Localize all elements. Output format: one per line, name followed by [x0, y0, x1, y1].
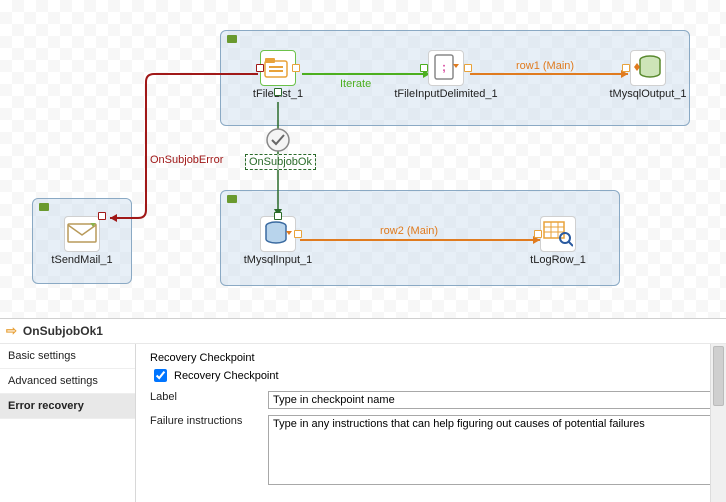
collapse-icon[interactable]	[227, 35, 237, 43]
scrollbar[interactable]	[710, 344, 726, 502]
node-tfilelist[interactable]: tFileList_1	[218, 50, 338, 100]
collapse-icon[interactable]	[39, 203, 49, 211]
tab-advanced-settings[interactable]: Advanced settings	[0, 369, 135, 394]
arrow-icon: ⇨	[6, 323, 17, 339]
conn-label-onsubjobok[interactable]: OnSubjobOk	[245, 154, 316, 170]
conn-label-row1[interactable]: row1 (Main)	[516, 60, 574, 72]
database-in-icon	[260, 216, 296, 252]
recovery-checkpoint-label: Recovery Checkpoint	[174, 370, 279, 382]
failure-instructions-input[interactable]	[268, 415, 716, 485]
table-magnify-icon	[540, 216, 576, 252]
tab-error-recovery[interactable]: Error recovery	[0, 394, 135, 419]
node-tmysqlinput[interactable]: tMysqlInput_1	[218, 216, 338, 266]
properties-title-bar: ⇨ OnSubjobOk1	[0, 319, 726, 344]
node-tlogrow[interactable]: tLogRow_1	[498, 216, 618, 266]
conn-label-onsubjoberror[interactable]: OnSubjobError	[150, 154, 223, 166]
job-canvas[interactable]: Iterate row1 (Main) row2 (Main) OnSubjob…	[0, 0, 726, 318]
failure-instructions-label: Failure instructions	[150, 415, 258, 427]
folder-list-icon	[260, 50, 296, 86]
file-delimited-icon: ;	[428, 50, 464, 86]
node-label: tFileInputDelimited_1	[386, 88, 506, 100]
properties-form: Recovery Checkpoint Recovery Checkpoint …	[136, 344, 726, 502]
conn-label-iterate[interactable]: Iterate	[340, 78, 371, 90]
node-tmysqloutput[interactable]: tMysqlOutput_1	[588, 50, 708, 100]
mail-icon	[64, 216, 100, 252]
database-out-icon	[630, 50, 666, 86]
properties-tabs: Basic settings Advanced settings Error r…	[0, 344, 136, 502]
node-tsendmail[interactable]: tSendMail_1	[22, 216, 142, 266]
node-tfileinputdelimited[interactable]: ; tFileInputDelimited_1	[386, 50, 506, 100]
node-label: tSendMail_1	[22, 254, 142, 266]
recovery-checkpoint-checkbox[interactable]	[154, 369, 167, 382]
label-field-label: Label	[150, 391, 258, 403]
node-label: tLogRow_1	[498, 254, 618, 266]
node-label: tMysqlOutput_1	[588, 88, 708, 100]
section-heading: Recovery Checkpoint	[150, 352, 716, 364]
tab-basic-settings[interactable]: Basic settings	[0, 344, 135, 369]
collapse-icon[interactable]	[227, 195, 237, 203]
properties-panel: ⇨ OnSubjobOk1 Basic settings Advanced se…	[0, 318, 726, 502]
node-label: tMysqlInput_1	[218, 254, 338, 266]
svg-text:;: ;	[442, 60, 446, 74]
label-input[interactable]	[268, 391, 716, 409]
properties-title: OnSubjobOk1	[23, 324, 103, 338]
conn-label-row2[interactable]: row2 (Main)	[380, 225, 438, 237]
